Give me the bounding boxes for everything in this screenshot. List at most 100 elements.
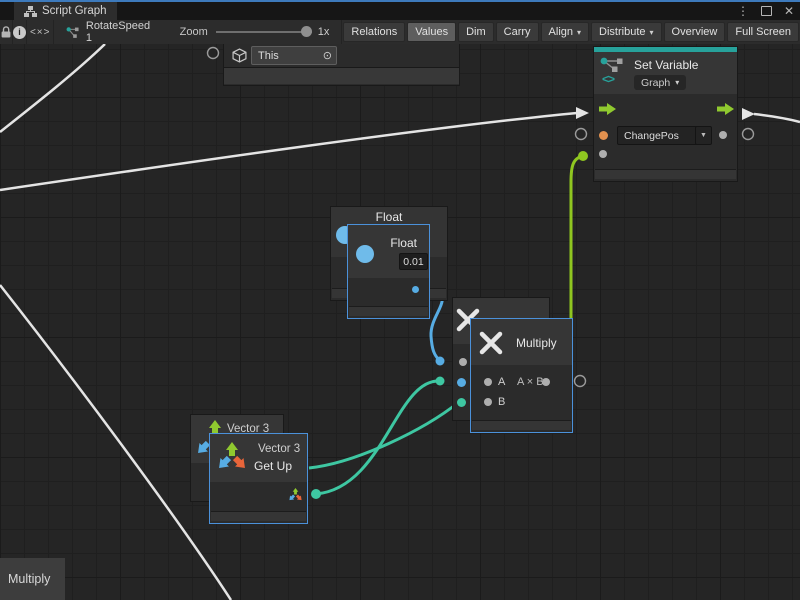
vector3-arrows-icon — [216, 440, 248, 472]
float-output-port[interactable] — [412, 286, 419, 293]
unity-visual-scripting-window: { "colors":{ "focus-line":"#3d7abc", "se… — [0, 0, 800, 600]
ghost-port-this[interactable] — [208, 48, 219, 59]
values-button[interactable]: Values — [407, 22, 456, 42]
distribute-dropdown[interactable]: Distribute ▾ — [591, 22, 661, 42]
breadcrumb-label: RotateSpeed 1 — [86, 20, 152, 44]
carry-button[interactable]: Carry — [496, 22, 539, 42]
float-node[interactable]: Float 0.01 — [347, 224, 430, 319]
window-maximize-icon[interactable] — [761, 6, 772, 16]
align-dropdown[interactable]: Align▾ — [541, 22, 589, 42]
zoom-slider[interactable] — [216, 20, 312, 44]
multiply-back-port-a[interactable] — [457, 378, 466, 387]
zoom-control: Zoom 1x — [180, 20, 336, 44]
graph-breadcrumb-icon — [66, 26, 79, 39]
variable-name-port[interactable] — [599, 131, 608, 140]
graph-toolbar: i <×> RotateSpeed 1 Zoom 1x Relations Va… — [0, 20, 800, 45]
input-a-label: A — [498, 376, 505, 388]
this-node-body — [224, 67, 459, 84]
get-up-footer — [211, 511, 306, 521]
zoom-label: Zoom — [180, 26, 208, 38]
multiply-x-icon — [478, 330, 504, 356]
multiply-node[interactable]: Multiply A A × B B — [470, 318, 573, 433]
corner-multiply-title: Multiply — [8, 572, 50, 586]
chevron-down-icon: ▾ — [675, 78, 679, 87]
set-variable-title: Set Variable — [634, 58, 698, 72]
graph-tab-icon — [24, 5, 37, 18]
wire-lime-endpoint[interactable] — [578, 151, 588, 161]
relations-button[interactable]: Relations — [343, 22, 405, 42]
variable-kind-dropdown[interactable]: Graph ▾ — [634, 75, 686, 90]
lock-button[interactable] — [0, 20, 13, 44]
code-icon: <> — [602, 72, 614, 86]
input-b-port[interactable] — [484, 398, 492, 406]
get-up-node[interactable]: Vector 3 Get Up — [209, 433, 308, 524]
zoom-slider-handle[interactable] — [301, 26, 312, 37]
relations-label: Relations — [351, 26, 397, 38]
variable-graph-icon — [600, 57, 626, 73]
wire-teal-getup-1[interactable] — [316, 381, 440, 494]
distribute-label: Distribute — [599, 26, 645, 38]
input-b-label: B — [498, 396, 505, 408]
input-a-port[interactable] — [484, 378, 492, 386]
float-back-title: Float — [331, 210, 447, 224]
info-button[interactable]: i — [13, 20, 27, 44]
fullscreen-button[interactable]: Full Screen — [727, 22, 799, 42]
variable-name-dropdown-button[interactable]: ▼ — [695, 126, 712, 145]
variable-output-port[interactable] — [719, 131, 727, 139]
wire-lime-result[interactable] — [571, 156, 583, 326]
wire-teal-end[interactable] — [436, 377, 445, 386]
get-up-type-label: Vector 3 — [258, 443, 300, 455]
chevron-down-icon: ▾ — [577, 28, 581, 37]
multiply-node-corner[interactable]: Multiply — [0, 558, 65, 600]
variable-name-field[interactable]: ChangePos — [617, 126, 702, 145]
code-view-button[interactable]: <×> — [27, 20, 54, 44]
variable-kind-label: Graph — [641, 77, 670, 89]
cube-icon — [232, 48, 247, 63]
window-menu-icon[interactable]: ⋮ — [737, 4, 749, 18]
wire-teal-start[interactable] — [311, 489, 321, 499]
tab-script-graph[interactable]: Script Graph — [14, 2, 117, 20]
multiply-title: Multiply — [516, 336, 557, 350]
lock-icon — [0, 25, 12, 39]
control-output-arrow[interactable] — [717, 103, 734, 115]
wire-control-in[interactable] — [0, 113, 577, 190]
control-input-arrow[interactable] — [599, 103, 616, 115]
values-label: Values — [415, 26, 448, 38]
object-picker-icon[interactable]: ⊙ — [323, 49, 332, 62]
ghost-port-multiply-out[interactable] — [575, 376, 586, 387]
tab-bar: Script Graph — [0, 2, 800, 20]
this-object-field[interactable]: This ⊙ — [251, 46, 337, 65]
ghost-port-setvar-left[interactable] — [576, 129, 587, 140]
graph-canvas[interactable]: This ⊙ <> Set Variable Graph ▾ ChangePos — [0, 44, 800, 600]
fullscreen-label: Full Screen — [735, 26, 791, 38]
wire-blue-end[interactable] — [436, 357, 445, 366]
this-field-value: This — [258, 50, 279, 62]
chevron-down-icon: ▼ — [700, 132, 707, 139]
wire-arrowhead-in — [576, 107, 589, 119]
output-label: A × B — [517, 376, 544, 388]
this-node[interactable]: This ⊙ — [223, 44, 460, 86]
breadcrumb[interactable]: RotateSpeed 1 — [54, 20, 161, 44]
multiply-back-port-b[interactable] — [457, 398, 466, 407]
zoom-slider-track[interactable] — [216, 31, 312, 33]
chevron-down-icon: ▾ — [650, 28, 654, 37]
zoom-value: 1x — [318, 26, 330, 38]
window-close-icon[interactable]: ✕ — [784, 4, 794, 18]
vector3-output-icon[interactable] — [288, 487, 303, 502]
dim-button[interactable]: Dim — [458, 22, 494, 42]
wire-teal-getup-2[interactable] — [309, 402, 459, 468]
ghost-port-setvar-right[interactable] — [743, 129, 754, 140]
overview-label: Overview — [672, 26, 718, 38]
float-title: Float — [390, 236, 417, 250]
overview-button[interactable]: Overview — [664, 22, 726, 42]
wire-white-topleft[interactable] — [0, 44, 105, 132]
float-value: 0.01 — [403, 256, 423, 268]
info-icon: i — [13, 26, 26, 39]
variable-value-port[interactable] — [599, 150, 607, 158]
wire-control-out[interactable] — [754, 114, 800, 122]
wire-blue-float[interactable] — [431, 292, 442, 361]
float-value-field[interactable]: 0.01 — [399, 253, 428, 270]
output-port[interactable] — [542, 378, 550, 386]
set-variable-node[interactable]: <> Set Variable Graph ▾ ChangePos ▼ — [593, 46, 738, 182]
multiply-back-port[interactable] — [459, 358, 467, 366]
